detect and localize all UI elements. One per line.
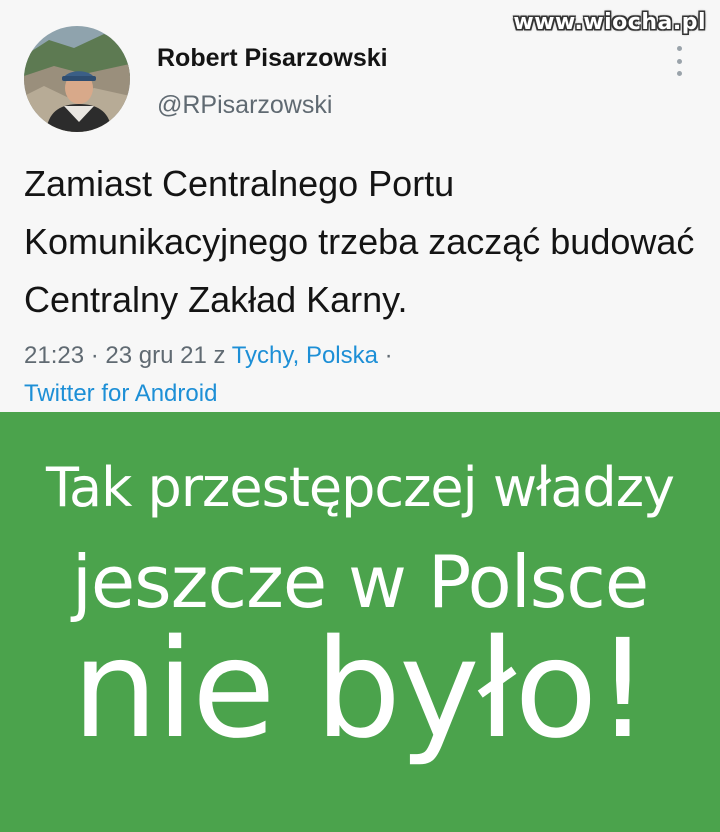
meta-separator: ·	[377, 342, 393, 369]
tweet-source-link[interactable]: Twitter for Android	[24, 380, 217, 407]
green-banner: Tak przestępczej władzy jeszcze w Polsce…	[0, 412, 720, 832]
tweet-meta: 21:23 · 23 gru 21 z Tychy, Polska · Twit…	[24, 337, 704, 413]
author-display-name[interactable]: Robert Pisarzowski	[157, 44, 388, 73]
tweet-location-link[interactable]: Tychy, Polska	[232, 342, 378, 369]
tweet-text: Zamiast Centralnego Portu Komunikacyjneg…	[24, 163, 695, 320]
tweet-card: www.wiocha.pl Robert Pisarzowski @RPisar…	[0, 0, 720, 412]
profile-photo	[24, 26, 130, 132]
banner-line-3: nie było!	[71, 611, 650, 769]
site-watermark: www.wiocha.pl	[513, 10, 706, 35]
author-handle[interactable]: @RPisarzowski	[157, 91, 332, 120]
avatar[interactable]	[24, 26, 130, 132]
tweet-timestamp[interactable]: 21:23 · 23 gru 21 z	[24, 342, 232, 369]
banner-line-1: Tak przestępczej władzy	[45, 456, 675, 519]
vertical-ellipsis-icon[interactable]	[674, 46, 684, 76]
